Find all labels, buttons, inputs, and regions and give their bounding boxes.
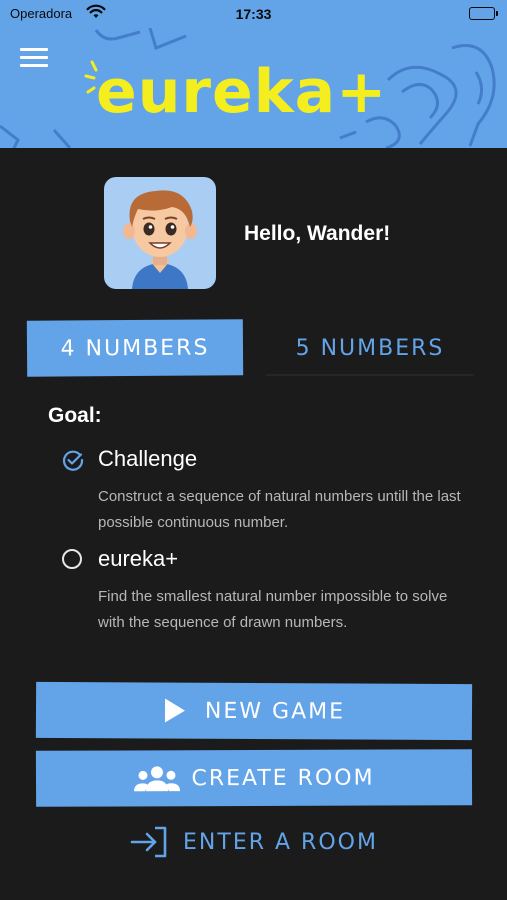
user-greeting: Hello, Wander! xyxy=(244,222,391,245)
goal-heading: Goal: xyxy=(48,404,102,427)
status-bar: Operadora 17:33 xyxy=(0,0,507,28)
avatar xyxy=(104,177,216,289)
battery-icon xyxy=(469,7,498,20)
app-logo: eureka+ xyxy=(96,57,388,127)
enter-room-button[interactable]: Enter a Room xyxy=(0,822,507,862)
new-game-button[interactable]: New Game xyxy=(35,681,473,741)
tab-4-numbers[interactable]: 4 Numbers xyxy=(26,319,244,377)
menu-button[interactable] xyxy=(20,48,48,70)
new-game-label: New Game xyxy=(204,698,346,724)
tab-5-numbers[interactable]: 5 Numbers xyxy=(262,320,478,376)
check-circle-icon[interactable] xyxy=(62,449,84,471)
goal-option-description: Find the smallest natural number impossi… xyxy=(98,588,448,631)
create-room-label: Create Room xyxy=(191,765,375,791)
radio-empty-icon[interactable] xyxy=(62,549,82,569)
goal-option-description: Construct a sequence of natural numbers … xyxy=(98,488,461,531)
goal-option-eureka[interactable]: eureka+ Find the smallest natural number… xyxy=(62,546,482,636)
menu-icon xyxy=(20,48,48,51)
play-icon xyxy=(163,698,187,724)
sign-in-icon xyxy=(129,825,169,859)
create-room-button[interactable]: Create Room xyxy=(35,749,473,807)
app-header: eureka+ xyxy=(0,28,507,148)
goal-option-label: Challenge xyxy=(98,446,198,471)
clock: 17:33 xyxy=(235,6,272,22)
boy-avatar-icon xyxy=(123,190,197,289)
goal-option-label: eureka+ xyxy=(98,546,179,571)
enter-room-label: Enter a Room xyxy=(183,829,378,855)
users-group-icon xyxy=(133,765,181,792)
goal-option-challenge[interactable]: Challenge Construct a sequence of natura… xyxy=(62,446,482,536)
